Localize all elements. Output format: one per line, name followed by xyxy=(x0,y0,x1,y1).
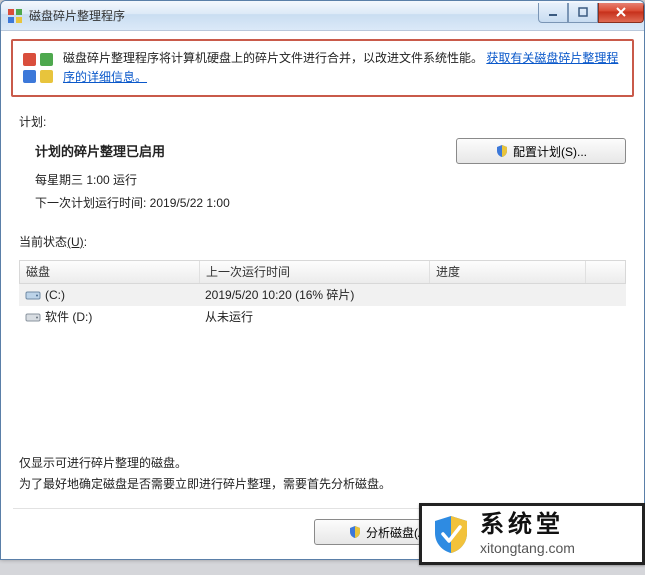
content-area: 磁盘碎片整理程序将计算机硬盘上的碎片文件进行合并，以改进文件系统性能。 获取有关… xyxy=(1,31,644,559)
watermark-url: xitongtang.com xyxy=(480,540,575,557)
window-title: 磁盘碎片整理程序 xyxy=(29,7,538,24)
configure-schedule-button[interactable]: 配置计划(S)... xyxy=(456,138,626,164)
shield-icon xyxy=(495,144,509,158)
schedule-info: 计划的碎片整理已启用 每星期三 1:00 运行 下一次计划运行时间: 2019/… xyxy=(19,136,456,222)
col-header-disk[interactable]: 磁盘 xyxy=(20,261,200,283)
minimize-button[interactable] xyxy=(538,3,568,23)
drive-icon xyxy=(25,289,41,301)
hint-line-1: 仅显示可进行碎片整理的磁盘。 xyxy=(19,453,626,473)
maximize-button[interactable] xyxy=(568,3,598,23)
schedule-status-title: 计划的碎片整理已启用 xyxy=(35,140,446,165)
col-header-progress[interactable]: 进度 xyxy=(430,261,585,283)
disk-last-run: 2019/5/20 10:20 (16% 碎片) xyxy=(199,286,429,303)
configure-button-label: 配置计划(S)... xyxy=(513,143,587,160)
watermark-shield-icon xyxy=(430,513,472,555)
watermark-title: 系统堂 xyxy=(480,511,575,540)
info-banner: 磁盘碎片整理程序将计算机硬盘上的碎片文件进行合并，以改进文件系统性能。 获取有关… xyxy=(11,39,634,97)
close-button[interactable] xyxy=(598,3,644,23)
schedule-section: 计划的碎片整理已启用 每星期三 1:00 运行 下一次计划运行时间: 2019/… xyxy=(19,136,626,222)
app-icon xyxy=(7,8,23,24)
current-status-label: 当前状态(U): xyxy=(19,233,626,250)
disk-name: (C:) xyxy=(45,288,65,302)
window-controls xyxy=(538,3,644,23)
table-row[interactable]: (C:) 2019/5/20 10:20 (16% 碎片) xyxy=(19,284,626,306)
hint-line-2: 为了最好地确定磁盘是否需要立即进行碎片整理，需要首先分析磁盘。 xyxy=(19,474,626,494)
disk-name: 软件 (D:) xyxy=(45,308,92,325)
schedule-frequency: 每星期三 1:00 运行 xyxy=(35,169,446,192)
info-description: 磁盘碎片整理程序将计算机硬盘上的碎片文件进行合并，以改进文件系统性能。 xyxy=(63,51,483,65)
titlebar[interactable]: 磁盘碎片整理程序 xyxy=(1,1,644,31)
table-header: 磁盘 上一次运行时间 进度 xyxy=(19,260,626,284)
defrag-icon xyxy=(21,51,55,85)
disk-table: 磁盘 上一次运行时间 进度 (C:) 2019/5/20 10:20 (16% … xyxy=(19,260,626,446)
watermark: 系统堂 xitongtang.com xyxy=(419,503,645,565)
schedule-label: 计划: xyxy=(19,113,626,130)
disk-last-run: 从未运行 xyxy=(199,308,429,325)
info-text: 磁盘碎片整理程序将计算机硬盘上的碎片文件进行合并，以改进文件系统性能。 获取有关… xyxy=(63,49,622,87)
hint-text: 仅显示可进行碎片整理的磁盘。 为了最好地确定磁盘是否需要立即进行碎片整理，需要首… xyxy=(19,453,626,494)
drive-icon xyxy=(25,311,41,323)
schedule-next-run: 下一次计划运行时间: 2019/5/22 1:00 xyxy=(35,192,446,215)
table-row[interactable]: 软件 (D:) 从未运行 xyxy=(19,306,626,328)
col-header-spacer xyxy=(585,261,625,283)
shield-icon xyxy=(348,525,362,539)
col-header-last-run[interactable]: 上一次运行时间 xyxy=(200,261,430,283)
app-window: 磁盘碎片整理程序 磁盘碎 xyxy=(0,0,645,560)
